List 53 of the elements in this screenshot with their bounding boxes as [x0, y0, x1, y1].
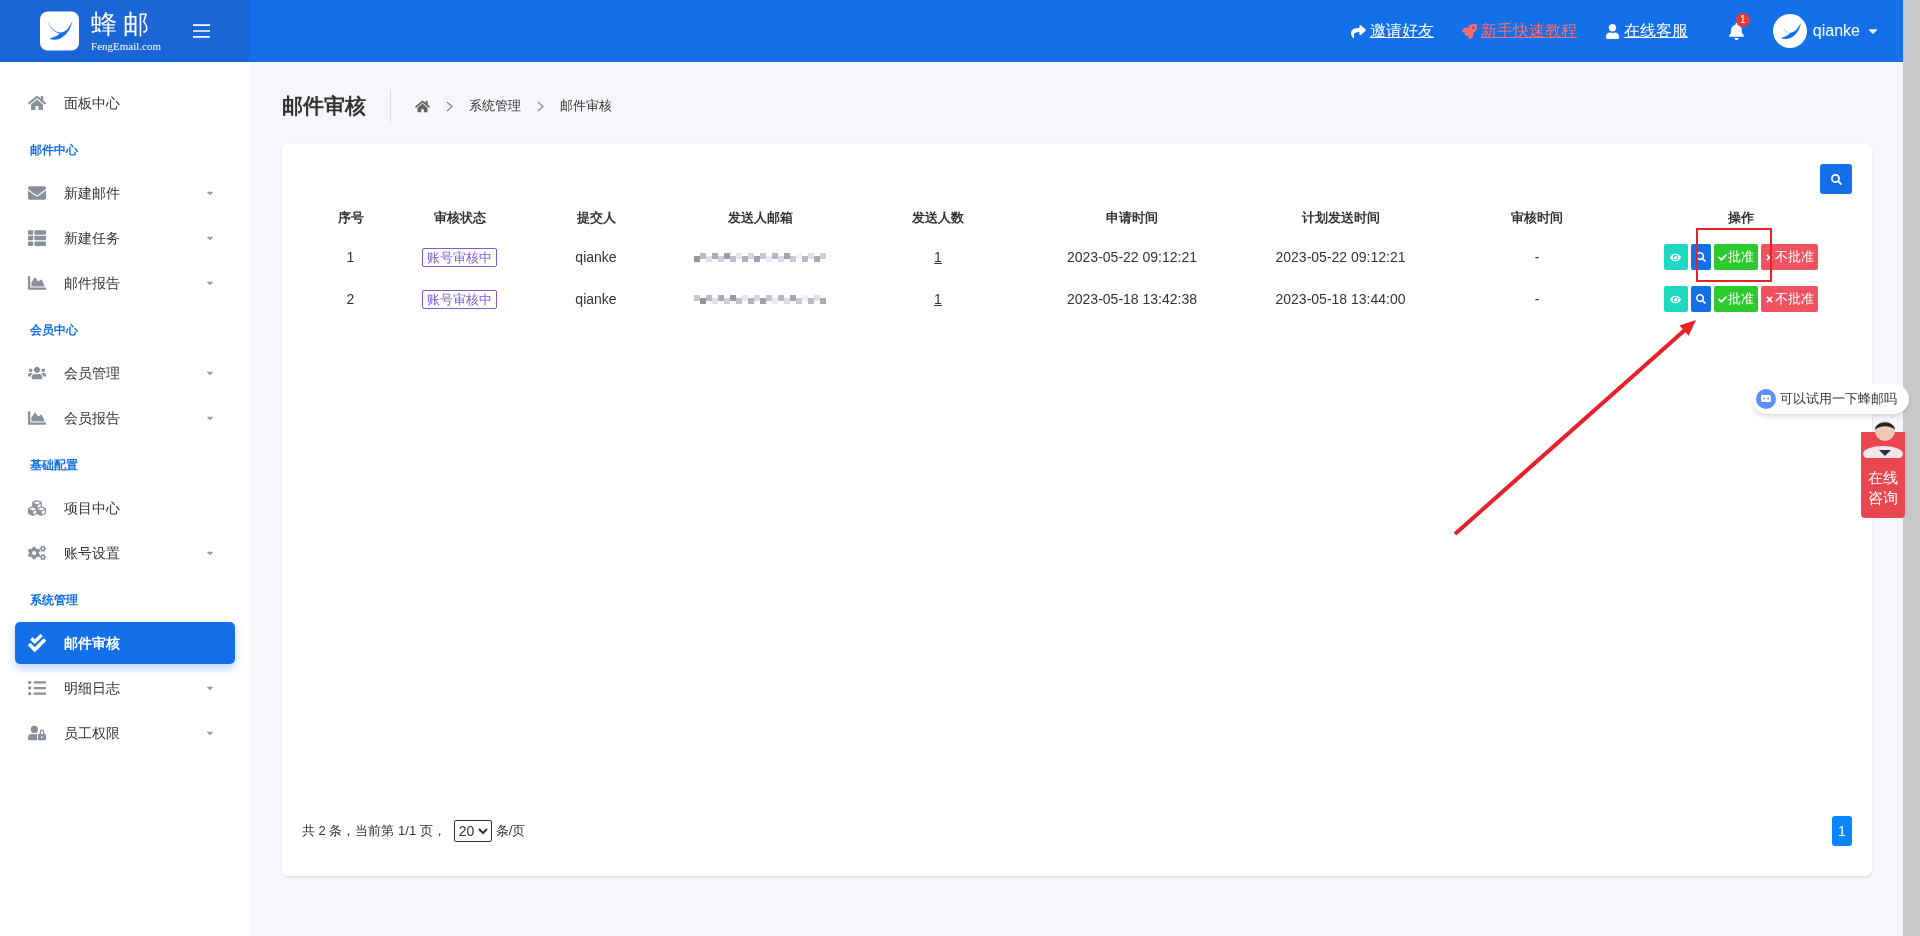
breadcrumb-item: 邮件审核: [560, 97, 612, 116]
breadcrumb-item[interactable]: 系统管理: [469, 96, 521, 116]
table-cell-text: -: [1533, 289, 1541, 309]
column-header: 提交人: [575, 209, 617, 228]
column-header: 计划发送时间: [1300, 209, 1381, 228]
status-tag: 账号审核中: [422, 247, 497, 267]
sidebar-item[interactable]: 项目中心: [15, 487, 235, 529]
page-title: 邮件审核: [282, 90, 391, 122]
notification-count: 1: [1735, 12, 1750, 27]
page-button[interactable]: 1: [1832, 816, 1852, 846]
count-link[interactable]: 1: [934, 248, 942, 265]
column-header: 审核时间: [1510, 209, 1564, 228]
sidebar-item[interactable]: 会员管理: [15, 352, 235, 394]
column-header: 操作: [1726, 209, 1755, 228]
table-cell-text: 2023-05-18 13:42:38: [1066, 289, 1198, 309]
header-link[interactable]: 在线客服: [1604, 19, 1688, 43]
sidebar-item[interactable]: 邮件报告: [15, 262, 235, 304]
column-header: 发送人邮箱: [726, 209, 794, 228]
sidebar-item[interactable]: 账号设置: [15, 532, 235, 574]
header-link[interactable]: 邀请好友: [1350, 19, 1434, 43]
table-cell-text: 2: [345, 289, 356, 309]
column-header: 审核状态: [432, 209, 487, 228]
consult-button[interactable]: 在线咨询: [1861, 458, 1905, 518]
table-cell-text: 2023-05-18 13:44:00: [1274, 289, 1407, 309]
sidebar-section-title: 系统管理: [29, 591, 79, 609]
table-cell-text: 2023-05-22 09:12:21: [1274, 247, 1407, 267]
sidebar-item[interactable]: 新建任务: [15, 217, 235, 259]
logo-subtitle: FengEmail.com: [91, 40, 161, 52]
table-cell-text: qianke: [574, 247, 618, 267]
status-tag: 账号审核中: [422, 289, 497, 309]
per-page-label: 条/页: [495, 822, 526, 841]
sidebar-section-title: 邮件中心: [29, 141, 79, 159]
sidebar-item[interactable]: 会员报告: [15, 397, 235, 439]
sidebar-item[interactable]: 明细日志: [15, 667, 235, 709]
sidebar-item[interactable]: 新建邮件: [15, 172, 235, 214]
sidebar-section-title: 基础配置: [29, 456, 79, 474]
chat-bubble[interactable]: 可以试用一下蜂邮吗: [1752, 384, 1909, 414]
table-cell-text: qianke: [574, 289, 618, 309]
column-header: 发送人数: [911, 209, 965, 228]
page-size-select[interactable]: 20: [453, 820, 492, 842]
column-header: 序号: [336, 209, 365, 228]
table-cell-text: 2023-05-22 09:12:21: [1066, 247, 1198, 267]
count-link[interactable]: 1: [934, 290, 942, 307]
user-name[interactable]: qianke: [1812, 19, 1860, 43]
pagination-summary: 共 2 条，当前第 1/1 页，: [302, 822, 446, 841]
column-header: 申请时间: [1105, 209, 1159, 228]
sidebar-item[interactable]: 员工权限: [15, 712, 235, 754]
sidebar-item[interactable]: 邮件审核: [15, 622, 235, 664]
table-cell-text: -: [1533, 247, 1541, 267]
table-cell-text: 1: [345, 247, 356, 267]
sidebar-section-title: 会员中心: [29, 321, 79, 339]
sidebar-item[interactable]: 面板中心: [15, 82, 235, 124]
logo-text: 蜂邮: [91, 10, 157, 37]
